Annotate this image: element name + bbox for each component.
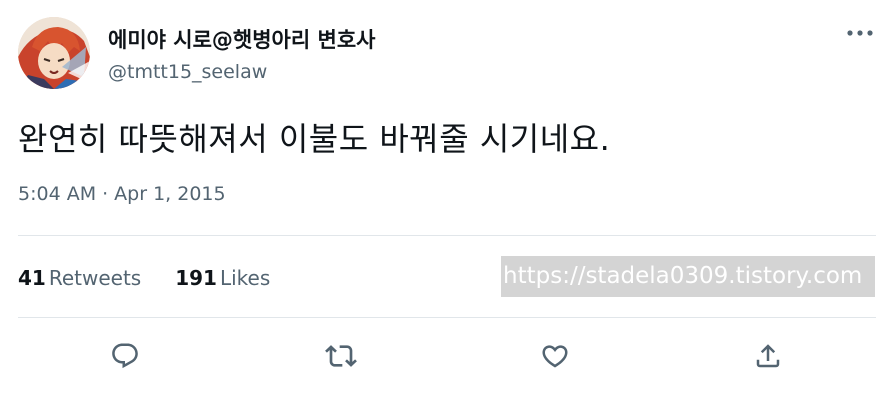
retweets-count: 41 — [18, 266, 46, 290]
timestamp-separator: · — [102, 183, 109, 205]
action-bar — [0, 336, 894, 376]
likes-stat[interactable]: 191 Likes — [175, 266, 270, 290]
share-button[interactable] — [748, 336, 788, 376]
retweet-icon — [325, 345, 357, 367]
engagement-stats: 41 Retweets 191 Likes — [18, 266, 304, 290]
reply-button[interactable] — [105, 336, 145, 376]
more-options-button[interactable] — [846, 22, 874, 44]
display-name[interactable]: 에미야 시로@햇병아리 변호사 — [108, 24, 375, 54]
tweet-text: 완연히 따뜻해져서 이불도 바꿔줄 시기네요. — [18, 120, 611, 158]
retweets-label: Retweets — [48, 266, 142, 290]
avatar[interactable] — [18, 17, 90, 89]
share-icon — [756, 344, 780, 368]
tweet-date: Apr 1, 2015 — [114, 183, 226, 205]
likes-label: Likes — [219, 266, 271, 290]
avatar-image — [18, 17, 90, 89]
retweets-stat[interactable]: 41 Retweets — [18, 266, 141, 290]
tweet-card: 에미야 시로@햇병아리 변호사 @tmtt15_seelaw 완연히 따뜻해져서… — [0, 0, 894, 409]
more-horizontal-icon — [847, 30, 873, 36]
divider — [18, 235, 876, 236]
like-button[interactable] — [535, 336, 575, 376]
watermark: https://stadela0309.tistory.com — [501, 256, 875, 297]
reply-icon — [112, 343, 138, 369]
heart-icon — [542, 345, 568, 368]
retweet-button[interactable] — [321, 336, 361, 376]
user-handle[interactable]: @tmtt15_seelaw — [108, 61, 267, 83]
divider — [18, 317, 876, 318]
tweet-timestamp[interactable]: 5:04 AM · Apr 1, 2015 — [18, 183, 226, 205]
tweet-time: 5:04 AM — [18, 183, 97, 205]
likes-count: 191 — [175, 266, 217, 290]
